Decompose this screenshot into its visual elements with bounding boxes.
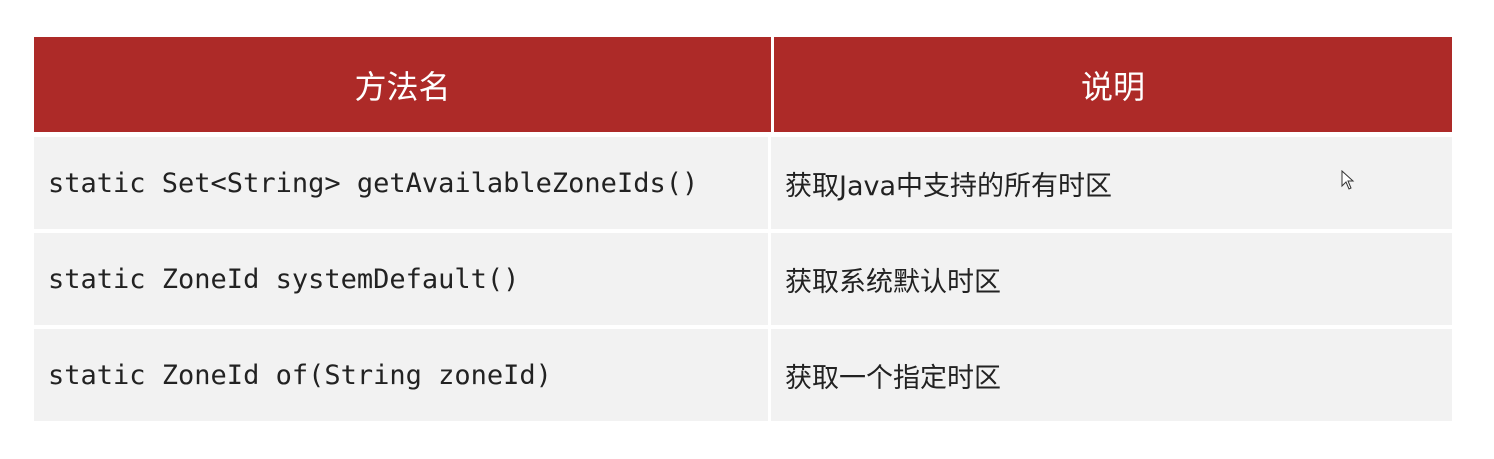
table-row: static ZoneId of(String zoneId) 获取一个指定时区: [34, 329, 1452, 421]
method-cell: static ZoneId of(String zoneId): [34, 329, 771, 421]
header-description: 说明: [1080, 67, 1145, 106]
method-cell: static ZoneId systemDefault(): [34, 233, 771, 325]
methods-table: 方法名 说明 static Set<String> getAvailableZo…: [34, 37, 1452, 425]
table-row: static ZoneId systemDefault() 获取系统默认时区: [34, 233, 1452, 325]
header-method-name: 方法名: [34, 37, 774, 132]
table-header: 方法名 说明: [34, 37, 1452, 132]
description-cell: 获取一个指定时区: [785, 362, 1001, 394]
description-cell: 获取系统默认时区: [785, 266, 1001, 298]
method-cell: static Set<String> getAvailableZoneIds(): [34, 137, 771, 229]
table-row: static Set<String> getAvailableZoneIds()…: [34, 137, 1452, 229]
mouse-pointer-icon: [1341, 170, 1355, 190]
